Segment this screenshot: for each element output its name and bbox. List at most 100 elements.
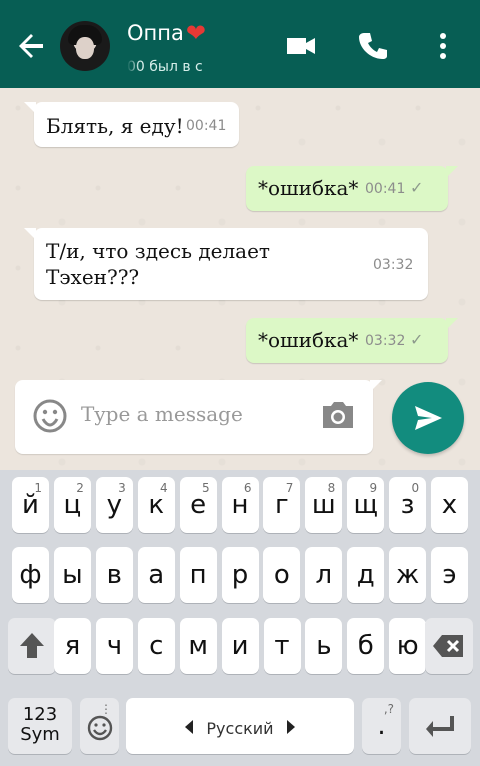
status-fade-left	[127, 58, 139, 78]
enter-key[interactable]	[409, 698, 471, 754]
key-number-hint: 3	[118, 481, 126, 495]
status-fade-right	[239, 58, 251, 78]
keyboard-key[interactable]: о	[263, 547, 301, 603]
space-key[interactable]: Русский	[126, 698, 354, 754]
shift-key[interactable]	[8, 618, 56, 674]
message-text: *ошибка*	[258, 328, 359, 352]
heart-icon: ❤	[185, 19, 206, 47]
key-label: ж	[395, 560, 420, 590]
keyboard-key[interactable]: ю	[389, 618, 427, 674]
keyboard-key[interactable]: ы	[53, 547, 91, 603]
language-label: Русский	[206, 719, 274, 738]
keyboard-key[interactable]: з0	[389, 477, 427, 533]
emoji-key-hint: ⋮	[100, 702, 112, 716]
emoji-key[interactable]: ⋮	[80, 698, 119, 754]
keyboard-key[interactable]: л	[305, 547, 343, 603]
message-text: Блять, я еду!	[46, 114, 184, 138]
key-label: х	[441, 490, 458, 520]
key-number-hint: 0	[411, 481, 420, 495]
keyboard-key[interactable]: я	[54, 618, 91, 674]
symbols-key[interactable]: 123 Sym	[8, 698, 72, 754]
keyboard-key[interactable]: ц2	[53, 477, 91, 533]
keyboard-key[interactable]: д	[347, 547, 385, 603]
key-number-hint: 9	[369, 481, 378, 495]
keyboard-key[interactable]: у3	[95, 477, 133, 533]
keyboard-key[interactable]: б	[347, 618, 385, 674]
keyboard-key[interactable]: ш8	[305, 477, 343, 533]
keyboard-key[interactable]: щ9	[347, 477, 385, 533]
phone-icon[interactable]	[354, 28, 390, 64]
keyboard-key[interactable]: п	[179, 547, 217, 603]
keyboard-key[interactable]: х	[431, 477, 468, 533]
key-label: ь	[316, 631, 332, 661]
chat-header: Оппа ❤ 00 был в с	[0, 0, 480, 88]
delivered-check-icon: ✓	[410, 178, 424, 197]
keyboard-key[interactable]: к4	[137, 477, 175, 533]
arrow-back-icon[interactable]	[18, 28, 48, 64]
keyboard-key[interactable]: м	[179, 618, 217, 674]
contact-name: Оппа	[127, 21, 184, 45]
key-number-hint: 5	[201, 481, 210, 495]
video-camera-icon[interactable]	[284, 28, 320, 64]
chat-area: Блять, я еду! 00:41 *ошибка* 00:41 ✓ Т/и…	[0, 88, 480, 470]
message-time: 00:41	[186, 118, 227, 134]
keyboard-key[interactable]: н6	[221, 477, 259, 533]
key-number-hint: 7	[285, 481, 294, 495]
key-label: ч	[106, 631, 123, 661]
key-label: б	[357, 631, 374, 661]
outgoing-message[interactable]: *ошибка* 03:32 ✓	[246, 318, 458, 363]
keyboard-key[interactable]: й1	[12, 477, 49, 533]
outgoing-message[interactable]: *ошибка* 00:41 ✓	[246, 166, 458, 211]
message-text: Т/и, что здесь делает Тэхен???	[46, 239, 270, 289]
keyboard-key[interactable]: в	[95, 547, 133, 603]
left-arrow-icon	[185, 719, 194, 734]
keyboard-key[interactable]: с	[137, 618, 175, 674]
send-icon	[415, 406, 442, 430]
key-number-hint: 4	[160, 481, 168, 495]
key-label: п	[189, 560, 207, 590]
keyboard-key[interactable]: р	[221, 547, 259, 603]
avatar[interactable]	[60, 21, 110, 71]
key-label: о	[273, 560, 290, 590]
key-label: в	[106, 560, 122, 590]
keyboard-key[interactable]: т	[263, 618, 301, 674]
key-label: м	[188, 631, 208, 661]
delivered-check-icon: ✓	[410, 330, 424, 349]
send-button[interactable]	[392, 382, 464, 454]
message-time: 03:32	[365, 333, 406, 349]
keyboard-key[interactable]: ж	[389, 547, 427, 603]
punctuation-key[interactable]: ,?.	[362, 698, 401, 754]
key-number-hint: 6	[243, 481, 252, 495]
message-time: 00:41	[365, 181, 406, 197]
key-label: ф	[19, 560, 42, 590]
incoming-message[interactable]: Т/и, что здесь делает Тэхен??? 03:32	[24, 228, 428, 300]
contact-title[interactable]: Оппа ❤	[127, 20, 206, 46]
more-vertical-icon[interactable]	[428, 28, 458, 64]
enter-icon	[426, 716, 454, 737]
keyboard-key[interactable]: ь	[305, 618, 343, 674]
punctuation-hint: ,?	[383, 702, 394, 716]
keyboard-key[interactable]: а	[137, 547, 175, 603]
message-input[interactable]	[81, 396, 306, 432]
camera-icon[interactable]	[319, 398, 357, 432]
key-label: и	[231, 631, 249, 661]
emoji-icon	[87, 715, 112, 741]
keyboard-key[interactable]: ф	[12, 547, 49, 603]
keyboard-key[interactable]: г7	[263, 477, 301, 533]
key-label: а	[148, 560, 165, 590]
keyboard-key[interactable]: и	[221, 618, 259, 674]
key-number-hint: 8	[327, 481, 336, 495]
emoji-icon[interactable]	[32, 398, 68, 434]
keyboard-key[interactable]: э	[431, 547, 468, 603]
backspace-key[interactable]	[425, 618, 473, 674]
key-number-hint: 1	[34, 481, 42, 495]
key-label: л	[315, 560, 333, 590]
symbols-key-top: 123	[22, 704, 58, 725]
incoming-message[interactable]: Блять, я еду! 00:41	[24, 102, 239, 147]
key-label: э	[442, 560, 457, 590]
contact-status: 00 был в с	[127, 58, 251, 78]
backspace-icon	[433, 635, 463, 657]
keyboard-key[interactable]: ч	[95, 618, 133, 674]
keyboard-key[interactable]: е5	[179, 477, 217, 533]
message-composer	[15, 380, 382, 454]
